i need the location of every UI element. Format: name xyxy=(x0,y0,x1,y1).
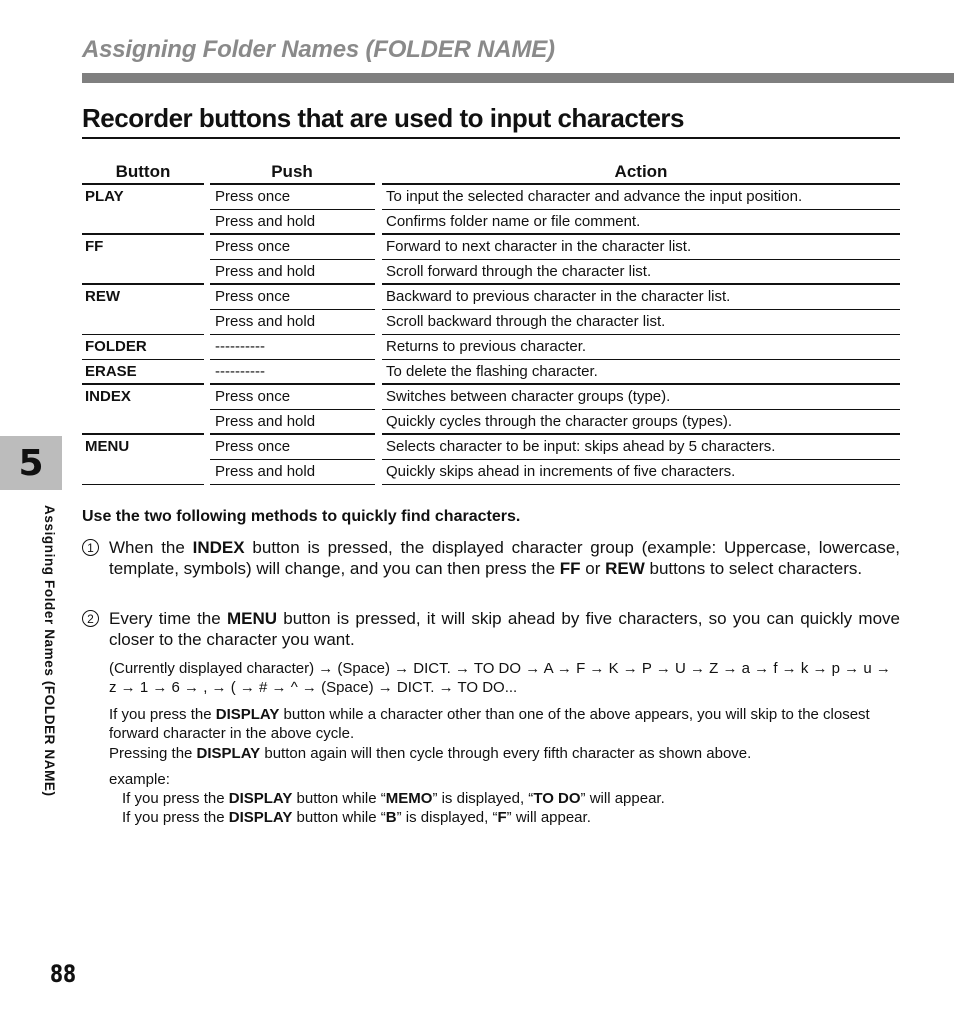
cell-push: Press once xyxy=(215,288,291,305)
column-header-action: Action xyxy=(614,162,668,181)
chapter-tab: 5 xyxy=(0,436,62,490)
method-text-2: Every time the MENU button is pressed, i… xyxy=(109,609,900,649)
cell-action: Switches between character groups (type)… xyxy=(386,388,671,405)
table-row: Press and hold Scroll backward through th… xyxy=(82,309,900,334)
cell-push: Press and hold xyxy=(215,213,316,230)
table-group-rew: REW Press once Backward to previous charac… xyxy=(82,283,900,334)
circled-number-1: 1 xyxy=(82,539,99,556)
page-title: Recorder buttons that are used to input … xyxy=(82,103,685,133)
table-row: Press and hold Confirms folder name or fi… xyxy=(82,209,900,234)
cell-button: INDEX xyxy=(85,388,131,405)
cell-action: Selects character to be input: skips ahe… xyxy=(386,438,776,455)
table-group-ff: FF Press once Forward to next character in… xyxy=(82,233,900,284)
example-label: example: xyxy=(109,771,170,788)
table-group-index: INDEX Press once Switches between characte… xyxy=(82,383,900,434)
table-row: FOLDER ---------- Returns to previous char… xyxy=(82,334,900,359)
table-group-menu: MENU Press once Selects character to be in… xyxy=(82,433,900,484)
table-row: Press and hold Scroll forward through the… xyxy=(82,259,900,284)
cell-push: Press and hold xyxy=(215,463,316,480)
title-rule xyxy=(82,137,900,139)
cell-button: FF xyxy=(85,238,104,255)
table-row: REW Press once Backward to previous charac… xyxy=(82,283,900,309)
table-group-play: PLAY Press once To input the selected char… xyxy=(82,183,900,234)
table-row: FF Press once Forward to next character in… xyxy=(82,233,900,259)
cell-button xyxy=(82,259,204,283)
cell-button: FOLDER xyxy=(85,338,147,355)
cell-push: Press and hold xyxy=(215,313,316,330)
table-row: Press and hold Quickly cycles through the… xyxy=(82,409,900,434)
column-header-push: Push xyxy=(271,162,313,181)
cell-push: ---------- xyxy=(215,363,265,380)
example-1: If you press the DISPLAY button while “M… xyxy=(122,790,665,807)
cell-action: To input the selected character and adva… xyxy=(386,188,803,205)
button-table: Button Push Action PLAY Press once To inpu… xyxy=(82,160,900,486)
cell-button xyxy=(82,209,204,233)
cell-button xyxy=(82,459,204,483)
character-sequence: (Currently displayed character) → (Space… xyxy=(109,660,891,696)
cell-push: Press and hold xyxy=(215,413,316,430)
circled-number-2: 2 xyxy=(82,610,99,627)
cell-action: Scroll backward through the character li… xyxy=(386,313,666,330)
column-header-button: Button xyxy=(115,162,171,181)
table-row: INDEX Press once Switches between characte… xyxy=(82,383,900,409)
cell-push: Press once xyxy=(215,388,291,405)
cell-action: Forward to next character in the charact… xyxy=(386,238,692,255)
methods-title: Use the two following methods to quickly… xyxy=(82,508,521,525)
cell-push: Press once xyxy=(215,438,291,455)
cell-button: ERASE xyxy=(85,363,137,380)
cell-button: PLAY xyxy=(85,188,124,205)
cell-button: MENU xyxy=(85,438,130,455)
cell-push: Press and hold xyxy=(215,263,316,280)
table-row: Press and hold Quickly skips ahead in inc… xyxy=(82,459,900,484)
table-group-folder: FOLDER ---------- Returns to previous char… xyxy=(82,334,900,359)
cell-push: Press once xyxy=(215,188,291,205)
example-2: If you press the DISPLAY button while “B… xyxy=(122,809,591,826)
header-bar xyxy=(82,73,954,83)
cell-push: ---------- xyxy=(215,338,265,355)
cell-button xyxy=(82,409,204,433)
section-header: Assigning Folder Names (FOLDER NAME) xyxy=(82,36,555,63)
table-row: MENU Press once Selects character to be in… xyxy=(82,433,900,459)
method-item-2: 2 Every time the MENU button is pressed,… xyxy=(82,608,900,650)
cell-button xyxy=(82,309,204,333)
cell-action: Quickly skips ahead in increments of fiv… xyxy=(386,463,736,480)
row-rule xyxy=(210,484,375,485)
table-header: Button Push Action xyxy=(82,160,900,184)
row-rule xyxy=(82,484,204,485)
cell-action: Scroll forward through the character lis… xyxy=(386,263,652,280)
display-note-1: If you press the DISPLAY button while a … xyxy=(109,706,870,742)
table-body: PLAY Press once To input the selected char… xyxy=(82,183,900,486)
table-bottom xyxy=(82,484,900,486)
cell-action: To delete the flashing character. xyxy=(386,363,598,380)
cell-action: Returns to previous character. xyxy=(386,338,587,355)
page-number: 88 xyxy=(50,960,77,988)
display-note-2: Pressing the DISPLAY button again will t… xyxy=(109,745,752,762)
cell-action: Confirms folder name or file comment. xyxy=(386,213,641,230)
cell-button: REW xyxy=(85,288,120,305)
table-row: ERASE ---------- To delete the flashing ch… xyxy=(82,359,900,384)
cell-action: Quickly cycles through the character gro… xyxy=(386,413,732,430)
cell-action: Backward to previous character in the ch… xyxy=(386,288,731,305)
method-item-1: 1 When the INDEX button is pressed, the … xyxy=(82,537,900,579)
table-row: PLAY Press once To input the selected char… xyxy=(82,183,900,209)
chapter-side-label: Assigning Folder Names (FOLDER NAME) xyxy=(42,505,57,797)
cell-push: Press once xyxy=(215,238,291,255)
row-rule xyxy=(382,484,900,485)
table-group-erase: ERASE ---------- To delete the flashing ch… xyxy=(82,359,900,384)
method-text-1: When the INDEX button is pressed, the di… xyxy=(109,538,901,578)
